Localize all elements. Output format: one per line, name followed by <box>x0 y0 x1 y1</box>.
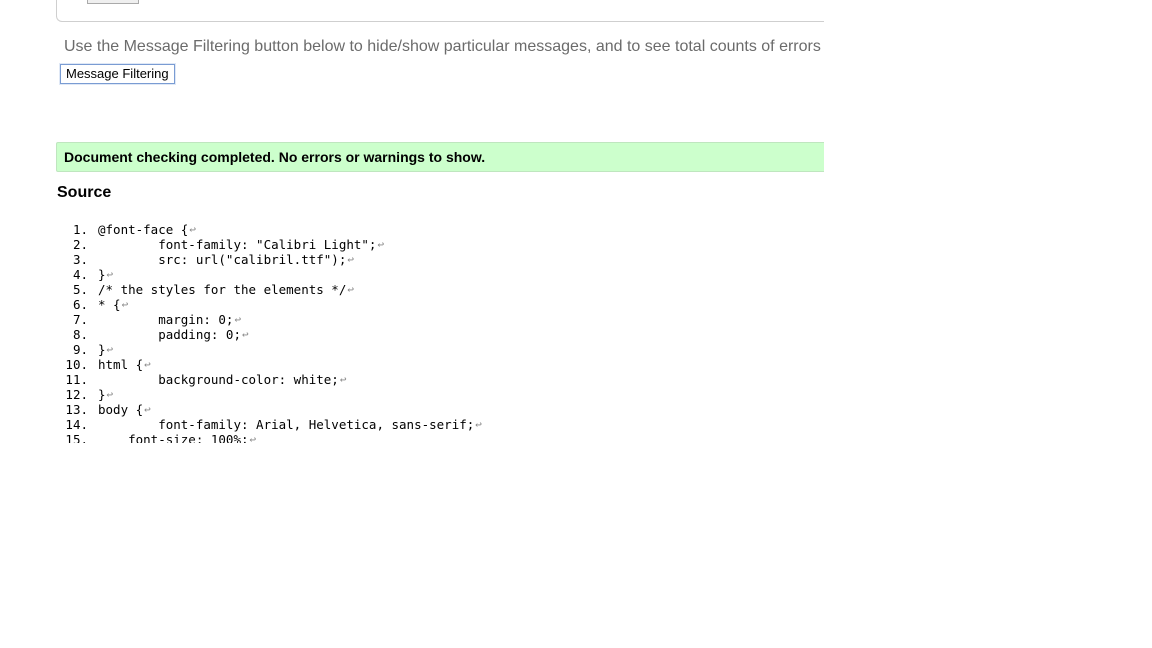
source-line: 5. /* the styles for the elements */↩ <box>56 282 824 297</box>
line-end-icon: ↩ <box>347 283 354 296</box>
line-number: 15. <box>65 432 88 443</box>
line-code: font-family: "Calibri Light"; <box>98 237 377 252</box>
line-code: font-family: Arial, Helvetica, sans-seri… <box>98 417 475 432</box>
line-code: /* the styles for the elements */ <box>98 282 347 297</box>
line-number: 10. <box>65 357 88 372</box>
line-code: padding: 0; <box>98 327 241 342</box>
line-end-icon: ↩ <box>106 343 114 356</box>
source-line: 9.} ↩ <box>56 342 824 357</box>
line-number: 8. <box>72 327 88 342</box>
source-line: 15. font-size: 100%; ↩ <box>56 432 824 443</box>
line-end-icon: ↩ <box>377 238 385 251</box>
line-code: body { <box>98 402 144 417</box>
line-code: src: url("calibril.ttf"); <box>98 252 347 267</box>
source-line: 10. html {↩ <box>56 357 824 372</box>
source-line: 12.} ↩ <box>56 387 824 402</box>
line-end-icon: ↩ <box>475 418 482 431</box>
line-end-icon: ↩ <box>249 433 257 443</box>
line-code: * { <box>98 297 121 312</box>
line-end-icon: ↩ <box>106 388 114 401</box>
message-filtering-button[interactable]: Message Filtering <box>60 64 175 84</box>
source-listing[interactable]: 1. @font-face {↩ 2. font-family: "Calibri … <box>56 222 824 443</box>
source-line: 11. background-color: white; ↩ <box>56 372 824 387</box>
line-number: 2. <box>72 237 88 252</box>
line-end-icon: ↩ <box>144 403 151 416</box>
line-end-icon: ↩ <box>106 268 114 281</box>
source-line: 4.} ↩ <box>56 267 824 282</box>
source-line: 14. font-family: Arial, Helvetica, sans-… <box>56 417 824 432</box>
line-number: 13. <box>65 402 88 417</box>
line-end-icon: ↩ <box>347 253 354 266</box>
line-end-icon: ↩ <box>189 223 196 236</box>
line-code: html { <box>98 357 144 372</box>
line-number: 14. <box>65 417 88 432</box>
line-end-icon: ↩ <box>121 298 129 311</box>
result-success-banner: Document checking completed. No errors o… <box>56 142 824 172</box>
line-code: } <box>98 387 106 402</box>
source-line: 2. font-family: "Calibri Light"; ↩ <box>56 237 824 252</box>
source-line: 13. body {↩ <box>56 402 824 417</box>
line-code: } <box>98 342 106 357</box>
line-code: } <box>98 267 106 282</box>
line-code: font-size: 100%; <box>98 432 249 443</box>
line-number: 6. <box>72 297 88 312</box>
source-line: 8. padding: 0; ↩ <box>56 327 824 342</box>
line-code: background-color: white; <box>98 372 339 387</box>
source-line: 7. margin: 0; ↩ <box>56 312 824 327</box>
line-end-icon: ↩ <box>242 328 249 341</box>
line-number: 11. <box>65 372 88 387</box>
line-code: @font-face { <box>98 222 189 237</box>
line-number: 7. <box>72 312 88 327</box>
source-lines: 1. @font-face {↩ 2. font-family: "Calibri … <box>56 222 824 443</box>
line-code: margin: 0; <box>98 312 234 327</box>
message-filtering-info: Use the Message Filtering button below t… <box>64 38 821 55</box>
line-number: 1. <box>72 222 88 237</box>
source-heading: Source <box>57 184 112 201</box>
line-end-icon: ↩ <box>339 373 347 386</box>
source-line: 3. src: url("calibril.ttf"); ↩ <box>56 252 824 267</box>
line-number: 4. <box>72 267 88 282</box>
line-end-icon: ↩ <box>144 358 151 371</box>
source-line: 1. @font-face {↩ <box>56 222 824 237</box>
line-end-icon: ↩ <box>234 313 242 326</box>
line-number: 12. <box>65 387 88 402</box>
line-number: 3. <box>72 252 88 267</box>
line-number: 9. <box>72 342 88 357</box>
source-line: 6. * {↩ <box>56 297 824 312</box>
line-number: 5. <box>72 282 88 297</box>
options-fieldset <box>56 0 824 22</box>
check-button[interactable] <box>87 0 139 4</box>
